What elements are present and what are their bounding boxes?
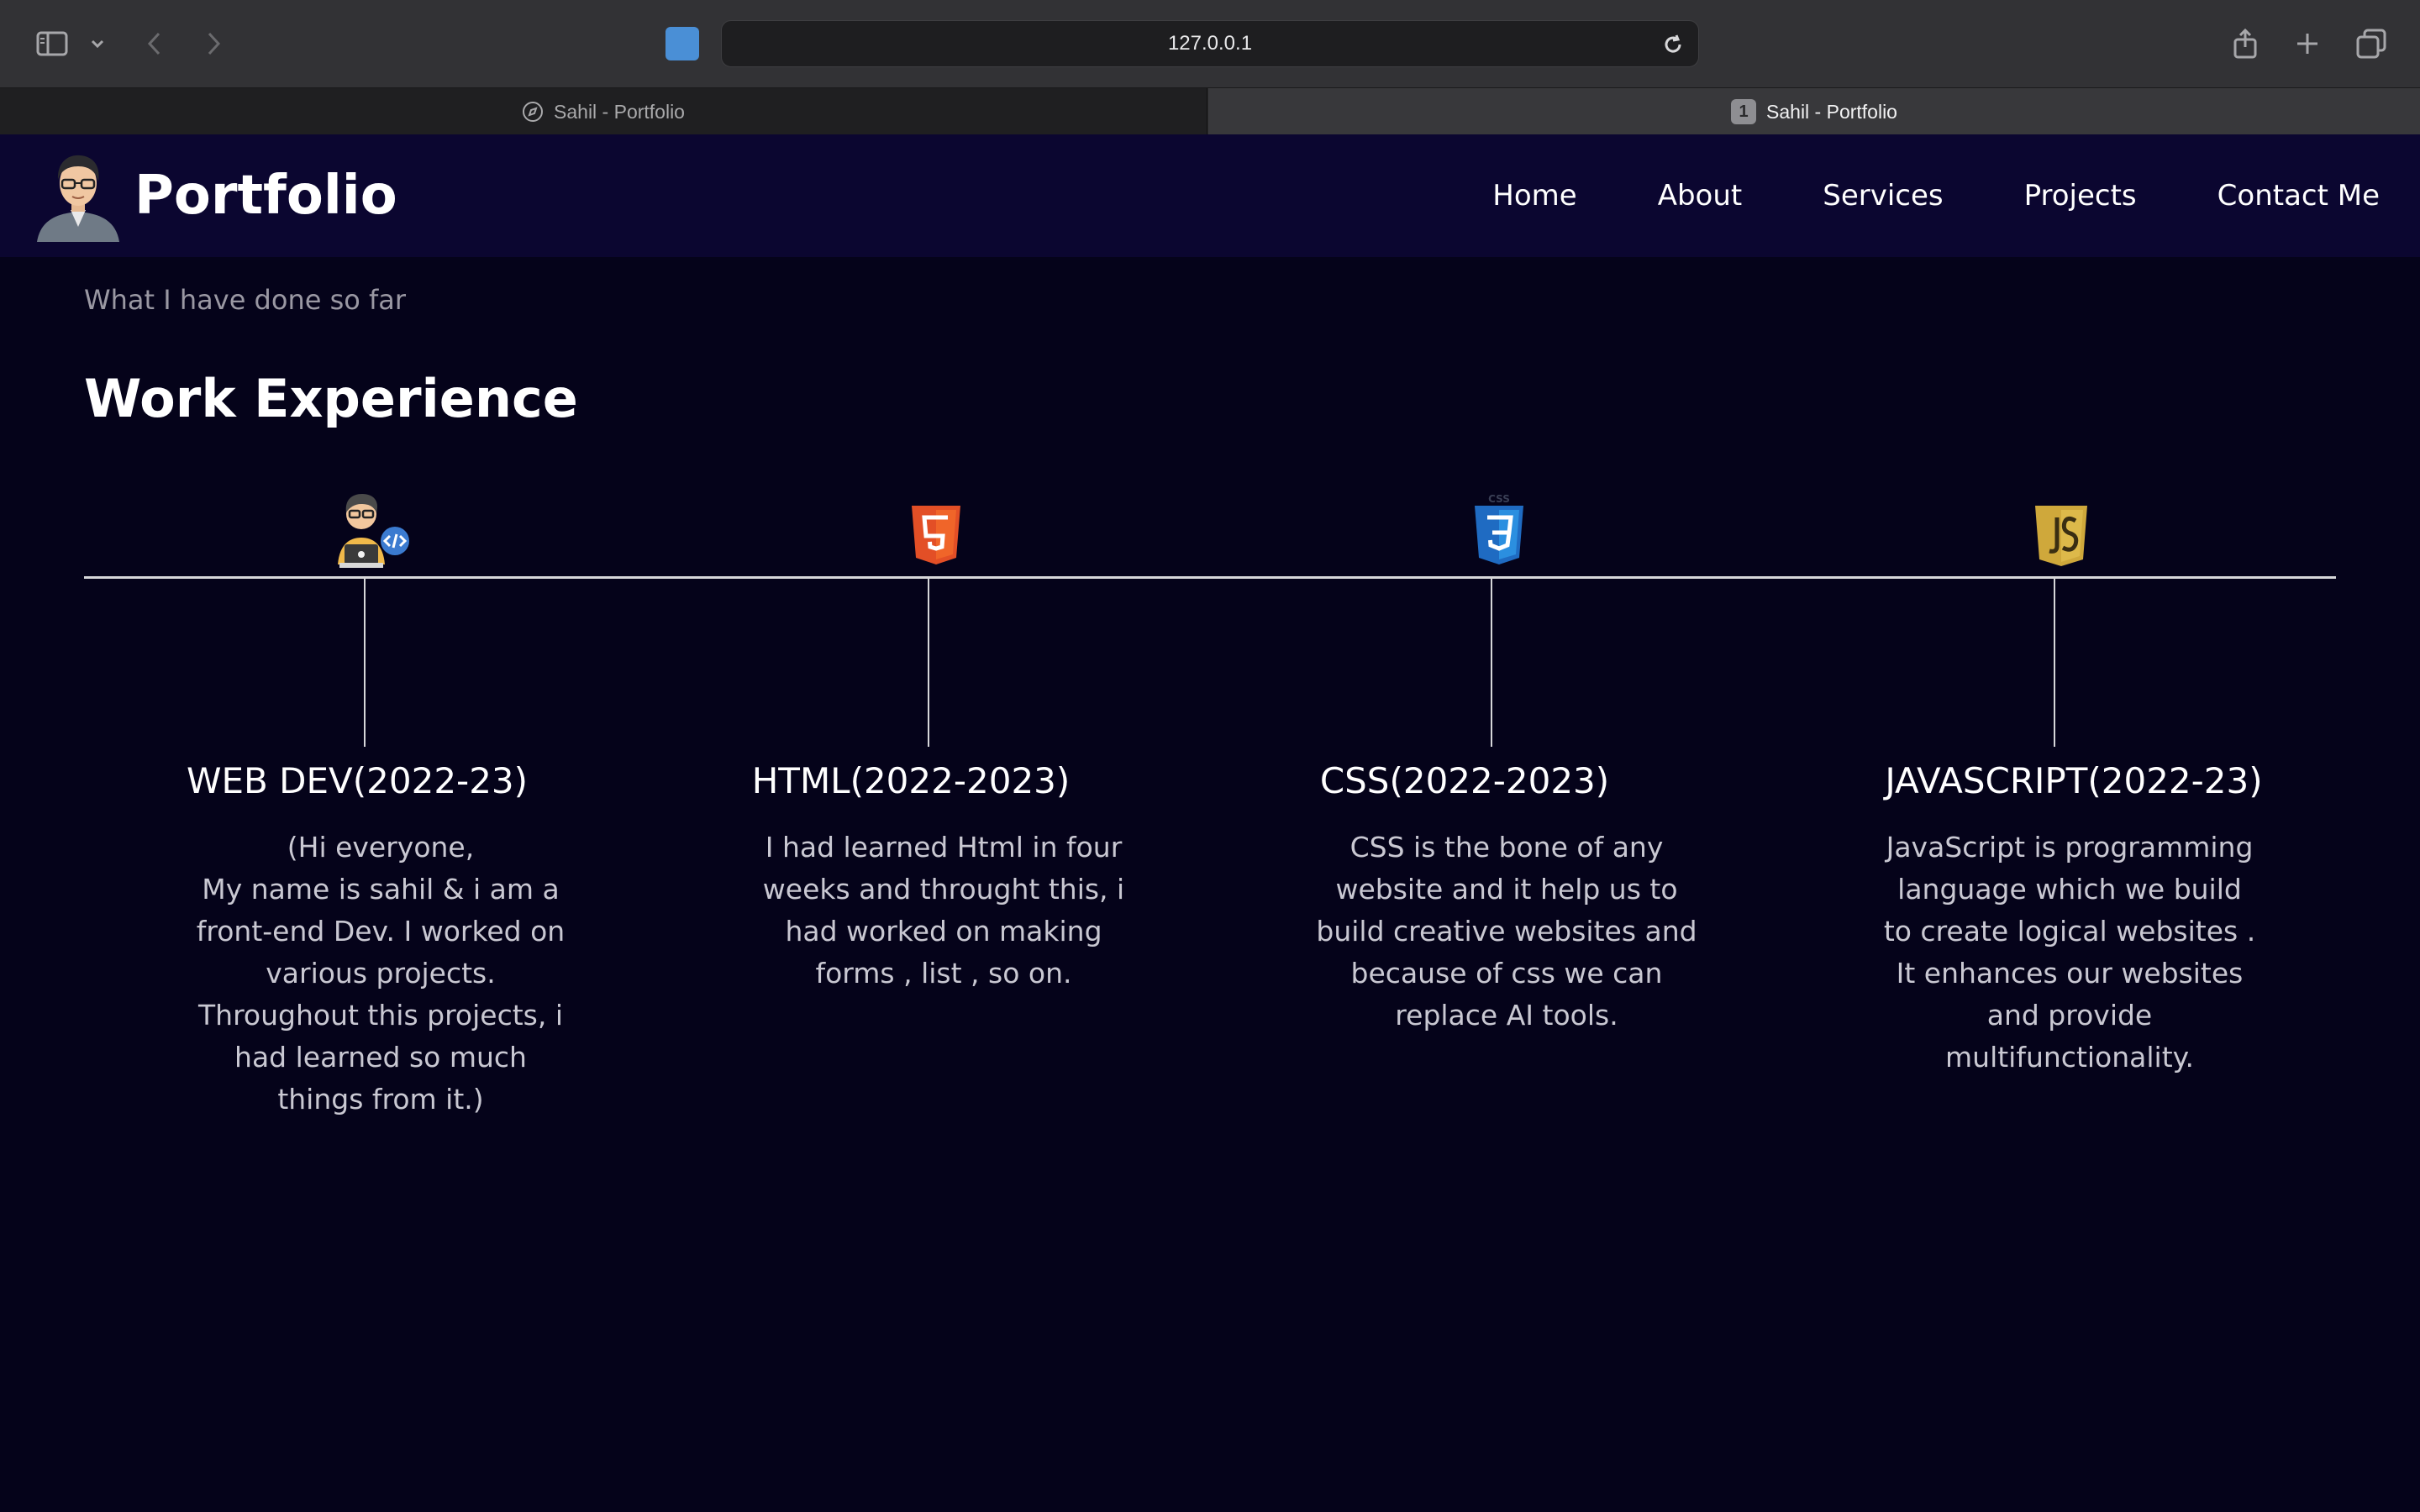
svg-text:CSS: CSS: [1488, 493, 1510, 505]
timeline-title: WEB DEV(2022-23): [186, 760, 529, 801]
url-text: 127.0.0.1: [1167, 32, 1253, 55]
tab-label: Sahil - Portfolio: [554, 100, 685, 123]
timeline-stem: [364, 579, 366, 747]
site-navbar: Portfolio Home About Services Projects C…: [0, 134, 2420, 257]
timeline-description: JavaScript is programming language which…: [1883, 831, 2256, 1074]
timeline-description: I had learned Html in four weeks and thr…: [762, 831, 1125, 990]
timeline-description: (Hi everyone, My name is sahil & i am a …: [196, 831, 566, 1116]
compass-icon: [523, 102, 544, 122]
reload-icon[interactable]: [1661, 33, 1685, 60]
timeline-stem: [2054, 579, 2055, 747]
timeline-stem: [928, 579, 929, 747]
css3-icon: CSS: [1472, 492, 1526, 571]
nav-link-projects[interactable]: Projects: [2024, 179, 2137, 213]
site-favicon-icon: [666, 27, 699, 60]
tab-label: Sahil - Portfolio: [1766, 100, 1897, 123]
nav-link-services[interactable]: Services: [1823, 179, 1943, 213]
nav-link-about[interactable]: About: [1658, 179, 1743, 213]
tab-overview-icon[interactable]: [2354, 25, 2388, 62]
tab-bar: Sahil - Portfolio 1 Sahil - Portfolio: [0, 87, 2420, 135]
new-tab-icon[interactable]: [2292, 25, 2323, 62]
browser-toolbar: 127.0.0.1: [0, 0, 2420, 87]
address-bar[interactable]: 127.0.0.1: [721, 20, 1699, 67]
tab-active[interactable]: 1 Sahil - Portfolio: [1208, 88, 2420, 135]
tab-inactive[interactable]: Sahil - Portfolio: [0, 88, 1207, 135]
timeline-title: HTML(2022-2023): [751, 760, 1071, 801]
logo-text[interactable]: Portfolio: [134, 158, 397, 234]
html5-icon: [910, 504, 962, 570]
timeline-title: CSS(2022-2023): [1319, 760, 1610, 801]
nav-links: Home About Services Projects Contact Me: [1492, 134, 2380, 257]
back-icon[interactable]: [141, 25, 166, 62]
tab-number-badge: 1: [1731, 99, 1757, 124]
share-icon[interactable]: [2230, 25, 2260, 62]
timeline-description: CSS is the bone of any website and it he…: [1316, 831, 1697, 1032]
avatar-icon: [34, 150, 123, 242]
nav-link-home[interactable]: Home: [1492, 179, 1576, 213]
timeline-stem: [1491, 579, 1492, 747]
forward-icon[interactable]: [202, 25, 227, 62]
section-heading: Work Experience: [84, 368, 578, 429]
nav-link-contact[interactable]: Contact Me: [2217, 179, 2380, 213]
chevron-down-icon[interactable]: [87, 25, 108, 62]
developer-icon: [333, 489, 413, 573]
section-subtitle: What I have done so far: [84, 284, 407, 316]
javascript-icon: [2033, 504, 2089, 571]
timeline-title: JAVASCRIPT(2022-23): [1885, 760, 2263, 801]
timeline-line: [84, 576, 2336, 579]
sidebar-toggle-icon[interactable]: [34, 25, 71, 62]
